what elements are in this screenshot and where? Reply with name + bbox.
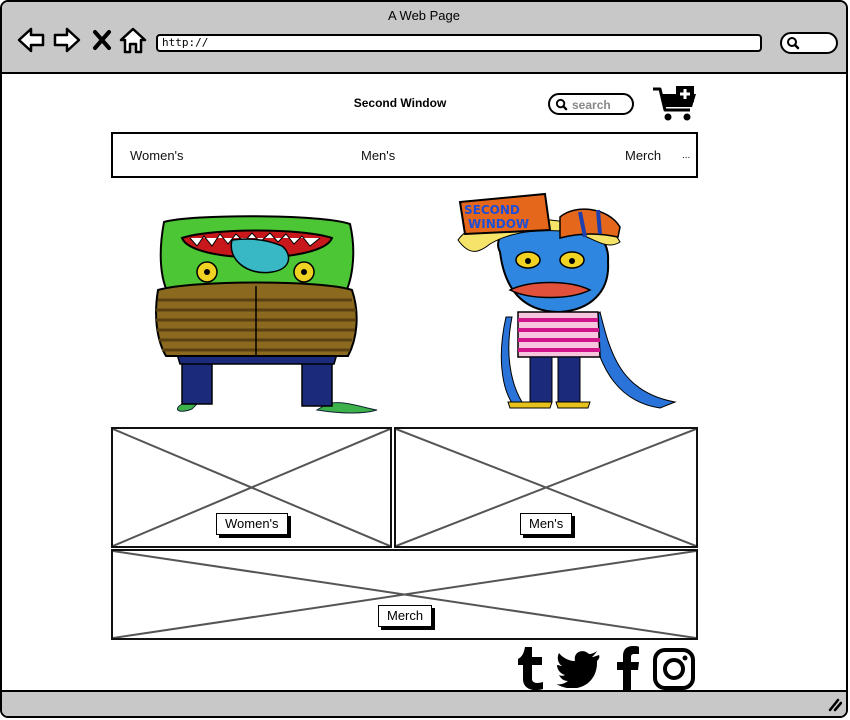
nav-item-womens[interactable]: Women's	[130, 148, 184, 163]
browser-search-field[interactable]	[780, 32, 838, 54]
browser-toolbar: A Web Page http://	[2, 2, 846, 74]
nav-item-mens[interactable]: Men's	[361, 148, 395, 163]
merch-category-image[interactable]: Merch	[111, 549, 698, 640]
blue-character-illustration: SECOND WINDOW	[457, 192, 677, 409]
close-x-icon[interactable]	[90, 26, 114, 54]
hat-text-line-1: SECOND	[464, 203, 520, 217]
resize-grip-icon[interactable]	[824, 696, 842, 712]
url-bar[interactable]: http://	[156, 34, 762, 52]
nav-more[interactable]: ...	[682, 150, 690, 161]
search-placeholder: search	[572, 98, 611, 112]
home-icon[interactable]	[118, 26, 148, 54]
mens-button[interactable]: Men's	[520, 513, 573, 535]
browser-statusbar	[2, 690, 846, 716]
tumblr-icon[interactable]	[517, 645, 547, 691]
twitter-icon[interactable]	[557, 650, 601, 688]
back-arrow-icon[interactable]	[16, 26, 46, 54]
womens-button[interactable]: Women's	[216, 513, 288, 535]
cart-add-icon[interactable]	[652, 86, 698, 124]
forward-arrow-icon[interactable]	[52, 26, 82, 54]
search-icon	[787, 37, 800, 50]
browser-window: A Web Page http:// Second Window search	[0, 0, 848, 718]
window-title: A Web Page	[387, 8, 461, 23]
mens-category-image[interactable]: Men's	[394, 427, 698, 548]
facebook-icon[interactable]	[614, 645, 640, 691]
green-monster-illustration	[155, 215, 378, 414]
nav-item-merch[interactable]: Merch	[625, 148, 661, 163]
instagram-icon[interactable]	[652, 647, 696, 691]
search-icon	[555, 98, 568, 111]
merch-button[interactable]: Merch	[378, 605, 433, 627]
hat-text-line-2: WINDOW	[468, 217, 529, 231]
site-search-input[interactable]: search	[548, 93, 634, 115]
site-brand[interactable]: Second Window	[302, 96, 498, 110]
womens-category-image[interactable]: Women's	[111, 427, 392, 548]
main-nav: Women's Men's Merch ...	[111, 132, 698, 178]
